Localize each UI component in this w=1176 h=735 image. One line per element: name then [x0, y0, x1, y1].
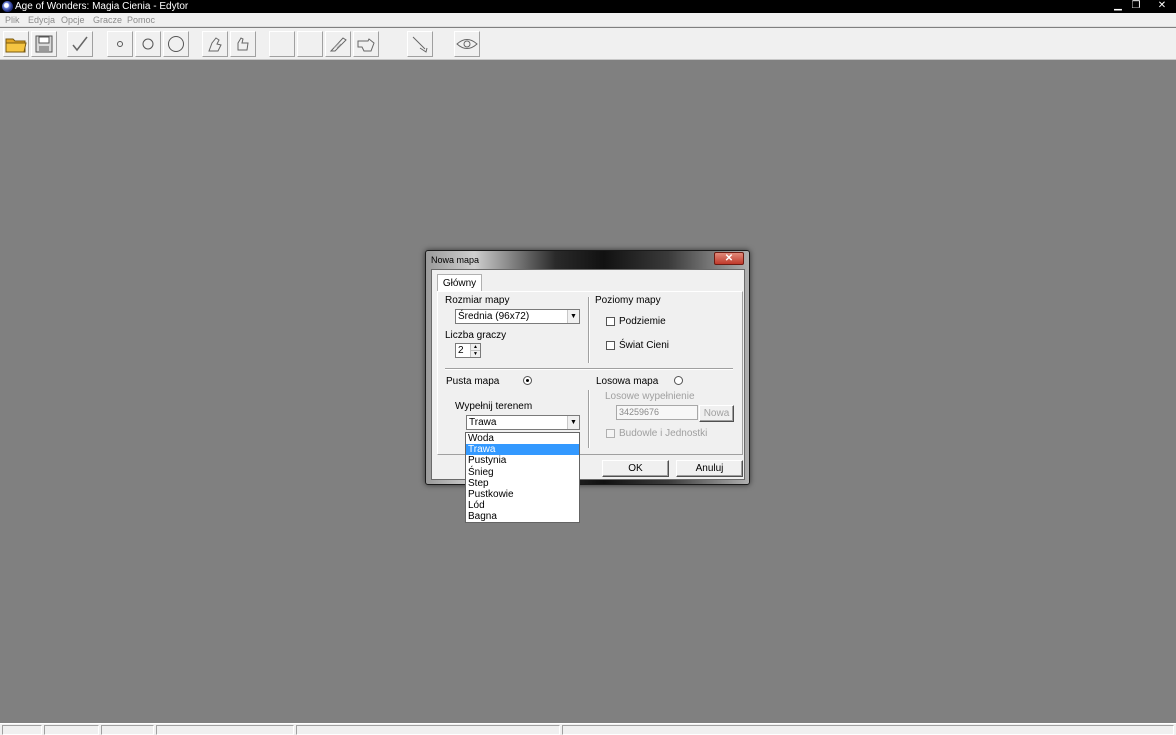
vertical-divider-bottom: [588, 390, 590, 448]
eye-icon: [456, 39, 478, 49]
window-title: Age of Wonders: Magia Cienia - Edytor: [15, 1, 189, 12]
empty-map-label: Pusta mapa: [446, 376, 500, 387]
players-stepper[interactable]: 2 ▲ ▼: [455, 343, 481, 358]
brush-small-button[interactable]: [107, 31, 133, 57]
validate-button[interactable]: [67, 31, 93, 57]
random-map-radio[interactable]: [674, 376, 683, 385]
place-object-button[interactable]: [353, 31, 379, 57]
shadow-world-checkbox[interactable]: [606, 341, 615, 350]
seed-input[interactable]: 34259676: [616, 405, 698, 420]
players-label: Liczba graczy: [445, 330, 507, 341]
random-map-label: Losowa mapa: [596, 376, 659, 387]
status-panel-1: [2, 725, 42, 735]
status-panel-2: [44, 725, 99, 735]
terrain-raise-button[interactable]: [202, 31, 228, 57]
open-folder-icon: [5, 38, 27, 53]
menu-gracze[interactable]: Gracze: [93, 14, 122, 26]
toolbar: [0, 28, 1176, 60]
feather-icon: [329, 37, 347, 52]
list-item[interactable]: Woda: [466, 433, 579, 444]
terrain-hand-button[interactable]: [230, 31, 256, 57]
shadow-world-label: Świat Cieni: [619, 340, 670, 351]
save-disk-icon: [35, 35, 53, 53]
list-item[interactable]: Bagna: [466, 511, 579, 522]
tool-button-blank-1[interactable]: [269, 31, 295, 57]
list-item[interactable]: Pustkowie: [466, 489, 579, 500]
empty-map-radio[interactable]: [523, 376, 532, 385]
chevron-down-icon[interactable]: ▼: [567, 416, 579, 429]
tab-glowny[interactable]: Główny: [437, 274, 482, 292]
feather-tool-button[interactable]: [325, 31, 351, 57]
pointing-hand-icon: [357, 38, 375, 52]
open-button[interactable]: [3, 31, 29, 57]
chevron-down-icon[interactable]: ▼: [567, 310, 579, 323]
status-panel-3: [101, 725, 154, 735]
list-item[interactable]: Pustynia: [466, 455, 579, 466]
list-item[interactable]: Śnieg: [466, 467, 579, 478]
random-fill-label: Losowe wypełnienie: [605, 391, 695, 402]
fill-terrain-label: Wypełnij terenem: [455, 401, 533, 412]
horizontal-divider: [445, 368, 733, 370]
new-seed-button[interactable]: Nowa: [699, 405, 734, 422]
wand-icon: [412, 36, 428, 53]
terrain-hand-icon: [237, 37, 249, 51]
brush-large-button[interactable]: [163, 31, 189, 57]
list-item[interactable]: Lód: [466, 500, 579, 511]
buildings-units-checkbox[interactable]: [606, 429, 615, 438]
menu-bar: Plik Edycja Opcje Gracze Pomoc: [0, 13, 1176, 27]
brush-large-icon: [168, 36, 184, 52]
cancel-button[interactable]: Anuluj: [676, 460, 743, 477]
underground-checkbox[interactable]: [606, 317, 615, 326]
title-bar: Age of Wonders: Magia Cienia - Edytor ▁ …: [0, 0, 1176, 13]
menu-pomoc[interactable]: Pomoc: [127, 14, 155, 26]
map-size-value: Średnia (96x72): [458, 311, 530, 322]
dialog-close-button[interactable]: ✕: [714, 252, 744, 265]
fill-terrain-value: Trawa: [469, 417, 497, 428]
tab-panel: Rozmiar mapy Średnia (96x72) ▼ Liczba gr…: [437, 291, 743, 455]
minimize-button[interactable]: ▁: [1110, 0, 1126, 12]
map-size-select[interactable]: Średnia (96x72) ▼: [455, 309, 580, 324]
map-size-label: Rozmiar mapy: [445, 295, 510, 306]
menu-edycja[interactable]: Edycja: [28, 14, 55, 26]
restore-button[interactable]: ❐: [1128, 0, 1144, 12]
spin-up-icon[interactable]: ▲: [470, 344, 480, 351]
players-value: 2: [458, 345, 464, 356]
status-panel-5: [296, 725, 560, 735]
ok-button[interactable]: OK: [602, 460, 669, 477]
menu-opcje[interactable]: Opcje: [61, 14, 85, 26]
app-icon: [2, 1, 13, 12]
fill-terrain-select[interactable]: Trawa ▼: [466, 415, 580, 430]
terrain-dropdown-list: Woda Trawa Pustynia Śnieg Step Pustkowie…: [465, 432, 580, 523]
magic-tool-button[interactable]: [407, 31, 433, 57]
seed-value: 34259676: [619, 407, 660, 417]
status-panel-4: [156, 725, 294, 735]
map-levels-label: Poziomy mapy: [595, 295, 661, 306]
brush-medium-button[interactable]: [135, 31, 161, 57]
underground-label: Podziemie: [619, 316, 666, 327]
brush-small-icon: [117, 41, 123, 47]
status-panel-6: [562, 725, 1174, 735]
brush-medium-icon: [142, 38, 154, 50]
spin-down-icon[interactable]: ▼: [470, 351, 480, 357]
dialog-title: Nowa mapa: [431, 255, 480, 265]
vertical-divider-top: [588, 297, 590, 363]
view-button[interactable]: [454, 31, 480, 57]
terrain-up-icon: [208, 37, 222, 52]
tool-button-blank-2[interactable]: [297, 31, 323, 57]
list-item[interactable]: Trawa: [466, 444, 579, 456]
status-bar: [0, 723, 1176, 735]
list-item[interactable]: Step: [466, 478, 579, 489]
menu-plik[interactable]: Plik: [5, 14, 20, 26]
save-button[interactable]: [31, 31, 57, 57]
check-icon: [72, 36, 88, 52]
buildings-units-label: Budowle i Jednostki: [619, 428, 708, 439]
close-button[interactable]: ✕: [1154, 0, 1170, 12]
